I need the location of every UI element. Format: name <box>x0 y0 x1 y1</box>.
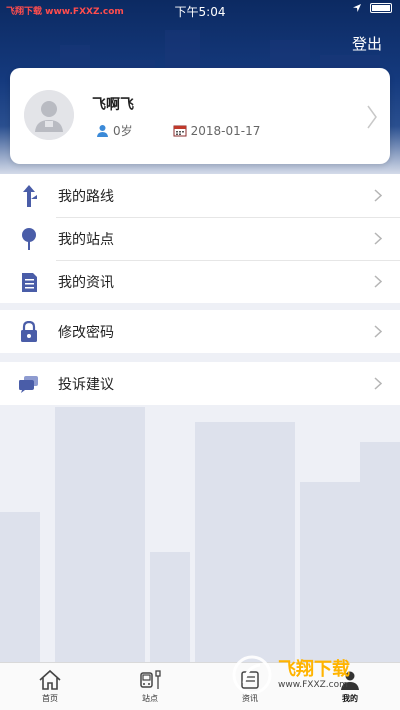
tab-label: 资讯 <box>242 694 258 703</box>
tab-label: 站点 <box>142 694 158 703</box>
chevron-right-icon <box>374 275 382 288</box>
profile-card[interactable]: 飞啊飞 0岁 2018-01-17 <box>10 68 390 164</box>
pin-icon <box>22 227 36 250</box>
bus-stop-icon <box>140 670 161 689</box>
chevron-right-icon <box>374 377 382 390</box>
logout-button[interactable]: 登出 <box>352 33 382 54</box>
tab-mine[interactable]: 我的 <box>300 663 400 710</box>
tab-label: 我的 <box>342 694 358 703</box>
chevron-right-icon <box>374 325 382 338</box>
tab-home[interactable]: 首页 <box>0 663 100 710</box>
menu-item-my-news[interactable]: 我的资讯 <box>0 260 400 303</box>
tab-stations[interactable]: 站点 <box>100 663 200 710</box>
calendar-icon <box>173 125 187 137</box>
route-icon <box>23 184 37 207</box>
chevron-right-icon <box>374 189 382 202</box>
menu-item-my-routes[interactable]: 我的路线 <box>0 174 400 217</box>
menu-label: 我的资讯 <box>58 274 114 291</box>
person-icon <box>97 125 108 137</box>
document-icon <box>22 272 37 292</box>
menu-group-main: 我的路线 我的站点 我的资讯 <box>0 174 400 303</box>
status-bar: 飞翔下载 www.FXXZ.com 下午5:04 <box>0 0 400 20</box>
status-time: 下午5:04 <box>174 5 226 19</box>
default-avatar-icon <box>24 90 74 140</box>
menu-label: 我的路线 <box>58 188 114 205</box>
menu-group-feedback: 投诉建议 <box>0 362 400 405</box>
menu-item-change-password[interactable]: 修改密码 <box>0 310 400 353</box>
chevron-right-icon <box>374 232 382 245</box>
menu-item-my-stations[interactable]: 我的站点 <box>0 217 400 260</box>
tab-news[interactable]: 资讯 <box>200 663 300 710</box>
tab-label: 首页 <box>42 694 58 703</box>
user-icon <box>341 671 359 690</box>
profile-age: 0岁 <box>113 124 133 138</box>
menu-label: 投诉建议 <box>58 376 114 393</box>
profile-date: 2018-01-17 <box>190 123 261 138</box>
city-skyline-background <box>0 400 400 662</box>
news-icon <box>241 671 259 689</box>
menu-group-password: 修改密码 <box>0 310 400 353</box>
lock-icon <box>21 320 37 342</box>
battery-icon <box>370 3 392 13</box>
menu-label: 我的站点 <box>58 231 114 248</box>
tab-bar: 首页 站点 资讯 我的 <box>0 662 400 710</box>
menu-item-feedback[interactable]: 投诉建议 <box>0 362 400 405</box>
avatar <box>24 90 74 140</box>
profile-name: 飞啊飞 <box>92 97 134 113</box>
menu-label: 修改密码 <box>58 324 114 341</box>
location-arrow-icon <box>353 4 361 12</box>
chevron-right-icon <box>367 105 377 129</box>
chat-bubble-icon <box>19 375 38 393</box>
home-icon <box>39 669 61 690</box>
